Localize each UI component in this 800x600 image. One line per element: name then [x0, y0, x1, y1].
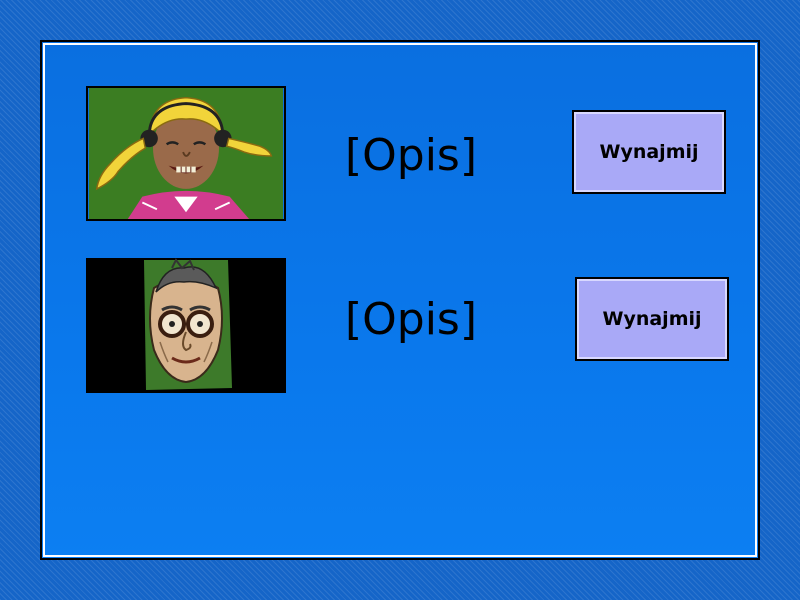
- hire-panel: [Opis] Wynajmij [Opis] Wynajmij: [40, 40, 760, 560]
- candidate-portrait-man: [86, 258, 286, 393]
- candidate-1-description: [Opis]: [344, 130, 478, 181]
- candidate-2-description: [Opis]: [344, 294, 478, 345]
- rent-button-candidate-1[interactable]: Wynajmij: [572, 110, 726, 194]
- rent-button-candidate-2[interactable]: Wynajmij: [575, 277, 729, 361]
- candidate-portrait-girl: [86, 86, 286, 221]
- girl-portrait-image: [88, 88, 284, 219]
- man-portrait-image: [86, 258, 286, 393]
